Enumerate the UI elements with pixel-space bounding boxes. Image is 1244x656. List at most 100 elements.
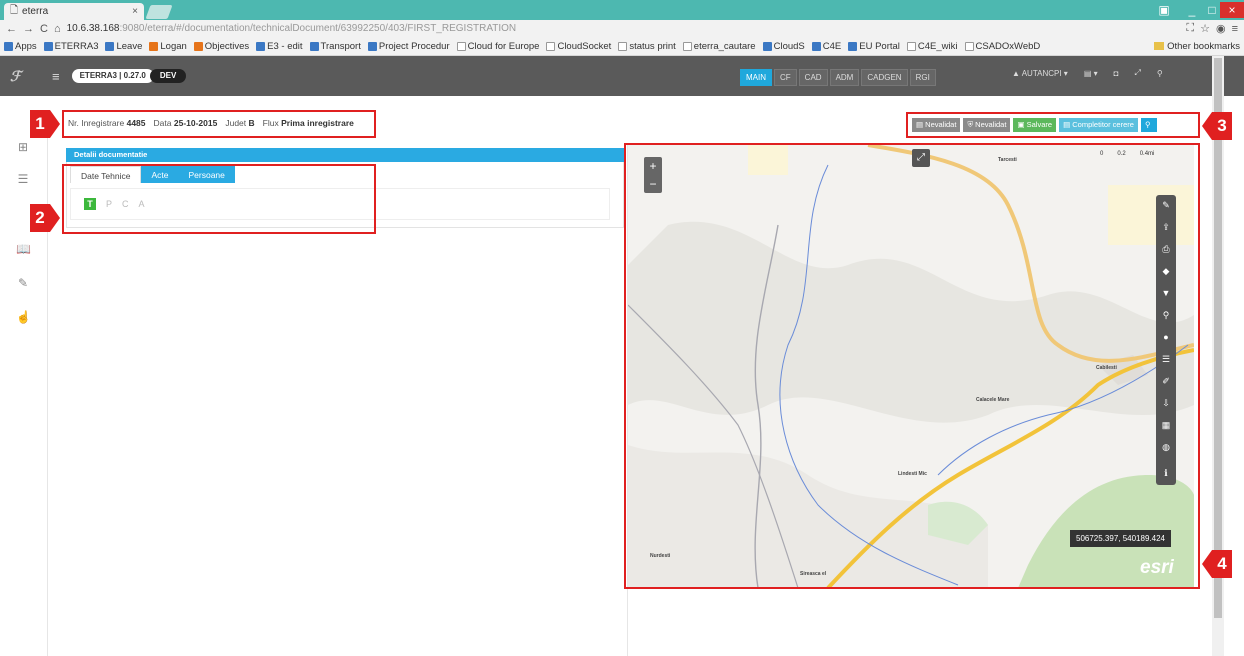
bookmark-icon	[456, 41, 466, 51]
bookmark-label: Transport	[320, 40, 361, 52]
user-name: AUTANCPI	[1021, 68, 1062, 78]
edit-icon[interactable]: ✎	[16, 276, 30, 290]
bookmark-icon	[149, 41, 159, 51]
highlight-box-1	[62, 110, 376, 138]
url-field[interactable]: 10.6.38.168:9080/eterra/#/documentation/…	[67, 23, 1181, 34]
bookmark-label: CloudS	[773, 40, 805, 52]
page-icon	[618, 41, 628, 51]
hand-icon[interactable]: ☝	[16, 310, 31, 324]
book-icon[interactable]: 📖	[16, 242, 31, 256]
bookmark-label: Leave	[116, 40, 143, 52]
back-icon[interactable]: ←	[6, 23, 17, 35]
env-badge: DEV	[149, 69, 187, 83]
bookmark-label: eterra_cautare	[693, 40, 756, 52]
bookmark-item[interactable]: E3 - edit	[256, 40, 303, 52]
notification-icon[interactable]: ◘	[1114, 69, 1119, 78]
page-icon: 🗋	[10, 5, 19, 16]
bookmark-icon	[309, 41, 319, 51]
user-menu[interactable]: ▲ AUTANCPI ▾	[1012, 69, 1068, 78]
bookmark-item[interactable]: CloudS	[762, 40, 805, 52]
document-icon[interactable]: ▤ ▾	[1084, 69, 1098, 78]
hamburger-menu-icon[interactable]: ≡	[52, 69, 60, 84]
bookmark-label: Project Procedur	[378, 40, 450, 52]
bookmark-label: Apps	[15, 40, 37, 52]
bookmark-label: Cloud for Europe	[467, 40, 540, 52]
module-main[interactable]: MAIN	[740, 69, 772, 86]
bookmark-label: Objectives	[204, 40, 250, 52]
bookmark-item[interactable]: EU Portal	[848, 41, 900, 52]
bookmark-label: Logan	[160, 40, 187, 52]
bookmark-icon	[848, 41, 858, 51]
user-area: ▲ AUTANCPI ▾ ▤ ▾ ◘ ⤢ ⚲	[1012, 68, 1163, 78]
bookmark-apps[interactable]: Apps	[4, 41, 37, 52]
bookmark-item[interactable]: Transport	[309, 40, 361, 52]
module-cadgen[interactable]: CADGEN	[861, 69, 908, 86]
grid-icon[interactable]: ⊞	[16, 140, 30, 154]
bookmark-item[interactable]: Cloud for Europe	[456, 40, 540, 52]
bookmark-icon	[105, 41, 115, 51]
list-icon[interactable]: ☰	[16, 172, 30, 186]
tab-title: eterra	[22, 6, 49, 17]
logo-icon: ℱ	[10, 67, 22, 84]
bookmark-label: status print	[629, 40, 676, 52]
home-icon[interactable]: ⌂	[54, 23, 61, 35]
bookmark-item[interactable]: CloudSocket	[546, 41, 611, 52]
bookmark-icon	[367, 41, 377, 51]
search-icon[interactable]: ⚲	[1157, 69, 1163, 78]
app-header: ℱ ≡ ETERRA3 | 0.27.0 DEV MAIN CF CAD ADM…	[0, 56, 1244, 96]
forward-icon[interactable]: →	[23, 23, 34, 35]
bookmark-item[interactable]: C4E_wiki	[906, 40, 958, 52]
bookmark-label: E3 - edit	[267, 40, 303, 52]
bookmark-icon	[256, 41, 266, 51]
bookmark-item[interactable]: status print	[618, 40, 676, 52]
bookmark-item[interactable]: Objectives	[193, 40, 250, 52]
new-tab-button[interactable]	[145, 5, 173, 19]
bookmark-item[interactable]: CSADOxWebD	[964, 40, 1041, 52]
page-icon	[906, 41, 916, 51]
module-cad[interactable]: CAD	[798, 69, 828, 86]
reload-icon[interactable]: C	[40, 23, 48, 35]
browser-tab[interactable]: 🗋 eterra ×	[4, 3, 144, 20]
close-tab-icon[interactable]: ×	[132, 6, 138, 17]
star-icon[interactable]: ☆	[1200, 22, 1210, 35]
module-adm[interactable]: ADM	[829, 69, 860, 86]
module-cf[interactable]: CF	[774, 69, 797, 86]
bookmark-item[interactable]: ETERRA3	[43, 41, 98, 52]
page-icon	[682, 41, 692, 51]
panel-title: Detalii documentatie	[66, 148, 624, 162]
menu-icon[interactable]: ≡	[1232, 23, 1238, 35]
bookmark-icon	[964, 41, 974, 51]
close-window-button[interactable]: ×	[1220, 2, 1244, 18]
bookmark-item[interactable]: Leave	[105, 41, 142, 52]
module-rgi[interactable]: RGI	[909, 69, 936, 86]
scrollbar-thumb[interactable]	[1214, 58, 1222, 618]
highlight-box-2	[62, 164, 376, 234]
other-bookmarks[interactable]: Other bookmarks	[1154, 41, 1240, 52]
bookmark-item[interactable]: Project Procedur	[367, 40, 450, 52]
url-host: 10.6.38.168	[66, 23, 120, 34]
bookmark-icon	[193, 41, 203, 51]
bookmark-label: CloudSocket	[557, 40, 612, 52]
bookmark-item[interactable]: C4E	[811, 40, 842, 52]
bookmark-item[interactable]: eterra_cautare	[682, 40, 756, 52]
callout-badge-2: 2	[30, 204, 60, 232]
callout-badge-1: 1	[30, 110, 60, 138]
callout-badge-4: 4	[1202, 550, 1232, 578]
fullscreen-icon[interactable]: ⤢	[1134, 68, 1140, 78]
user-icon[interactable]: ▣	[1152, 2, 1176, 18]
bookmark-label: C4E	[822, 40, 842, 52]
bookmark-icon	[811, 41, 821, 51]
bookmark-icon	[546, 41, 556, 51]
bookmark-label: C4E_wiki	[917, 40, 958, 52]
chrome-icon[interactable]: ◉	[1216, 22, 1226, 35]
apps-icon	[4, 41, 13, 51]
bookmark-item[interactable]: Logan	[149, 40, 187, 52]
highlight-box-4	[624, 143, 1200, 589]
bookmark-label: CSADOxWebD	[975, 40, 1041, 52]
folder-icon	[1154, 42, 1165, 50]
bookmark-icon	[762, 41, 772, 51]
browser-tabbar: 🗋 eterra × ▣ _ □ ×	[0, 0, 1244, 20]
bookmark-icon	[43, 41, 53, 51]
extension-icon[interactable]: ⛶	[1186, 22, 1194, 35]
address-bar: ← → C ⌂ 10.6.38.168:9080/eterra/#/docume…	[0, 20, 1244, 37]
